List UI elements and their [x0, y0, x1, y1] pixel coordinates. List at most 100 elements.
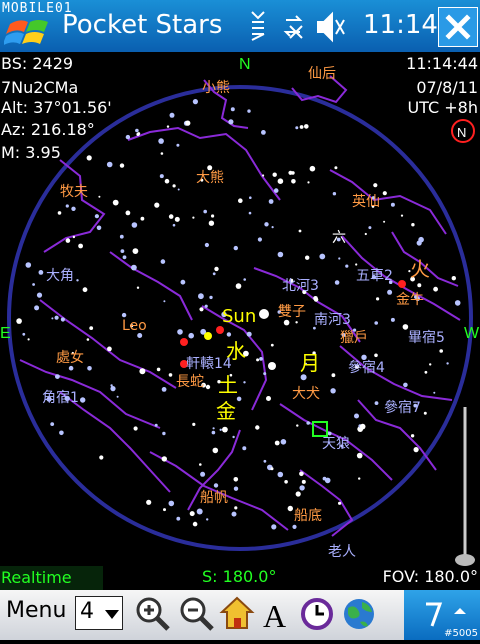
star[interactable] [454, 300, 461, 306]
star[interactable] [32, 283, 35, 286]
star[interactable] [301, 479, 306, 484]
star[interactable] [119, 163, 125, 168]
star[interactable] [59, 430, 64, 436]
star[interactable] [231, 511, 237, 517]
star[interactable] [110, 384, 113, 387]
star[interactable] [238, 198, 243, 203]
star[interactable] [295, 491, 301, 497]
star[interactable] [76, 279, 79, 282]
star[interactable] [196, 508, 203, 515]
star[interactable] [36, 292, 43, 298]
star[interactable] [243, 381, 246, 384]
star[interactable] [233, 486, 239, 491]
star[interactable] [72, 235, 76, 239]
star[interactable] [424, 370, 428, 374]
star[interactable] [211, 430, 216, 435]
star[interactable] [162, 431, 166, 436]
star[interactable] [345, 264, 349, 268]
star[interactable] [161, 456, 167, 462]
star[interactable] [176, 516, 181, 521]
star[interactable] [168, 214, 174, 219]
star[interactable] [246, 331, 252, 337]
star[interactable] [247, 109, 251, 113]
star[interactable] [255, 425, 260, 430]
star[interactable] [234, 506, 238, 510]
star[interactable] [89, 326, 94, 330]
star[interactable] [219, 428, 222, 431]
star[interactable] [256, 358, 260, 362]
star[interactable] [271, 226, 274, 229]
star[interactable] [159, 174, 164, 179]
star[interactable] [168, 500, 175, 507]
star[interactable] [418, 236, 424, 243]
star[interactable] [106, 161, 113, 168]
star[interactable] [277, 471, 284, 478]
star[interactable] [112, 199, 119, 206]
star[interactable] [222, 426, 228, 433]
star[interactable] [211, 214, 215, 218]
star[interactable] [228, 119, 234, 125]
star[interactable] [374, 401, 379, 405]
star[interactable] [307, 181, 310, 184]
star[interactable] [203, 209, 207, 214]
star[interactable] [160, 259, 166, 264]
star[interactable] [212, 447, 219, 454]
star[interactable] [400, 214, 404, 217]
star[interactable] [189, 511, 195, 517]
star[interactable] [208, 220, 215, 226]
star[interactable] [172, 184, 176, 188]
star[interactable] [177, 329, 183, 335]
clock-icon[interactable] [298, 594, 336, 634]
star[interactable] [131, 222, 138, 228]
star[interactable] [270, 467, 274, 471]
star[interactable] [306, 421, 311, 425]
star[interactable] [280, 439, 287, 445]
star[interactable] [446, 362, 449, 365]
star[interactable] [403, 382, 408, 388]
star[interactable] [300, 374, 307, 381]
star[interactable] [324, 477, 331, 484]
star[interactable] [51, 317, 54, 320]
star[interactable] [78, 243, 83, 249]
star[interactable] [213, 483, 219, 488]
star[interactable] [140, 216, 145, 221]
star[interactable] [57, 211, 62, 215]
star[interactable] [180, 279, 186, 285]
star[interactable] [212, 427, 215, 430]
star[interactable] [284, 480, 288, 484]
star[interactable] [205, 384, 211, 390]
star[interactable] [330, 388, 336, 394]
star[interactable] [295, 126, 299, 130]
star[interactable] [94, 214, 99, 219]
star[interactable] [433, 391, 436, 394]
star[interactable] [277, 178, 284, 184]
star[interactable] [299, 485, 305, 491]
star[interactable] [410, 434, 415, 438]
star[interactable] [299, 471, 304, 477]
star[interactable] [274, 440, 280, 446]
star[interactable] [390, 202, 395, 207]
star[interactable] [160, 152, 164, 155]
star[interactable] [98, 195, 101, 198]
star[interactable] [174, 216, 180, 222]
star[interactable] [382, 191, 387, 196]
star[interactable] [271, 524, 277, 530]
star[interactable] [268, 199, 274, 204]
menu-button[interactable]: Menu [6, 598, 66, 623]
star[interactable] [60, 317, 65, 322]
star[interactable] [354, 413, 359, 419]
star[interactable] [243, 278, 246, 281]
star[interactable] [263, 459, 267, 463]
zoom-out-icon[interactable] [178, 594, 216, 634]
star[interactable] [309, 165, 316, 172]
star[interactable] [154, 423, 158, 427]
star[interactable] [50, 422, 55, 426]
star[interactable] [131, 264, 137, 271]
star[interactable] [192, 216, 195, 219]
star[interactable] [338, 257, 341, 260]
star[interactable] [163, 508, 166, 512]
star[interactable] [169, 112, 175, 118]
star[interactable] [135, 128, 139, 133]
star[interactable] [110, 386, 116, 392]
rotate-button[interactable]: #5005 [404, 590, 480, 640]
